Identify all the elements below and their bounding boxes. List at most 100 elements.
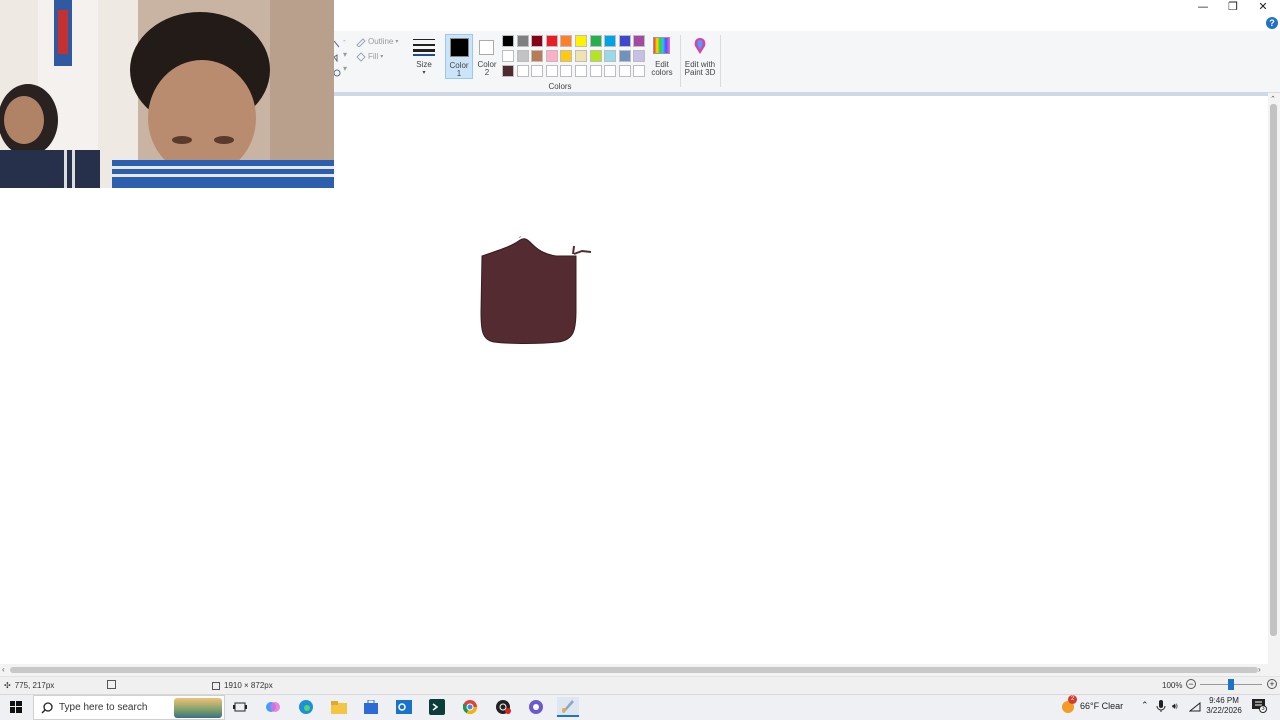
canvas-size-text: 1910 × 872px [224, 681, 273, 690]
horizontal-scroll-thumb[interactable] [10, 667, 1258, 673]
palette-swatch[interactable] [633, 65, 646, 77]
shapes-expand[interactable]: ▾ [343, 64, 347, 73]
palette-swatch[interactable] [604, 65, 617, 77]
palette-swatch[interactable] [531, 65, 544, 77]
store-taskbar-button[interactable] [360, 697, 382, 717]
palette-swatch[interactable] [545, 35, 558, 47]
cursor-move-icon: ✣ [4, 681, 11, 690]
obs-taskbar-button[interactable] [492, 697, 514, 717]
weather-text[interactable]: 66°F Clear [1080, 701, 1123, 711]
scroll-up-icon[interactable]: ⌃ [1270, 95, 1276, 103]
chrome-profile-taskbar-button[interactable] [525, 697, 547, 717]
scroll-right-icon[interactable]: › [1258, 665, 1261, 674]
zoom-slider-thumb[interactable] [1228, 679, 1234, 690]
palette-swatch[interactable] [589, 35, 602, 47]
chrome-taskbar-button[interactable] [459, 697, 481, 717]
palette-swatch[interactable] [516, 50, 529, 62]
palette-swatch[interactable] [575, 65, 587, 77]
paint-icon [562, 700, 574, 713]
shapes-scroll-up[interactable]: - [343, 36, 346, 45]
palette-swatch[interactable] [516, 35, 529, 47]
volume-icon[interactable]: 🔊︎ [1172, 701, 1178, 712]
palette-swatch[interactable] [589, 50, 602, 62]
stray-mark [518, 235, 522, 239]
restore-button[interactable]: ❐ [1218, 0, 1248, 14]
palette-swatch[interactable] [618, 35, 631, 47]
vertical-scroll-thumb[interactable] [1270, 104, 1277, 636]
store-icon [364, 700, 378, 714]
palette-swatch[interactable] [589, 65, 602, 77]
cursor-position: ✣ 775, 217px [4, 681, 54, 690]
palette-swatch[interactable] [604, 50, 617, 62]
palette-swatch[interactable] [502, 50, 514, 62]
help-button[interactable]: ? [1266, 17, 1278, 29]
cursor-position-text: 775, 217px [14, 681, 55, 690]
color2-button[interactable]: Color 2 [474, 34, 500, 79]
color2-number: 2 [484, 68, 490, 77]
clock-date: 3/22/2026 [1206, 706, 1242, 715]
palette-swatch[interactable] [516, 65, 529, 77]
color1-button[interactable]: Color 1 [445, 34, 473, 79]
outlook-icon [396, 700, 412, 714]
minimize-button[interactable]: — [1188, 0, 1218, 14]
palette-swatch[interactable] [545, 65, 558, 77]
color1-number: 1 [456, 69, 462, 78]
size-dropdown-arrow: ▾ [422, 70, 426, 76]
network-icon[interactable] [1188, 701, 1201, 715]
copilot-taskbar-button[interactable] [262, 697, 284, 717]
palette-swatch[interactable] [560, 35, 573, 47]
close-button[interactable]: ✕ [1248, 0, 1278, 14]
palette-swatch[interactable] [618, 50, 631, 62]
chrome-icon [463, 700, 477, 714]
fill-dropdown[interactable]: Fill ▾ [355, 51, 383, 62]
webcam-overlay [0, 0, 334, 188]
taskbar-search-box[interactable]: Type here to search [33, 695, 225, 720]
palette-swatch[interactable] [618, 65, 631, 77]
search-icon [41, 702, 53, 714]
edge-taskbar-button[interactable] [295, 697, 317, 717]
palette-swatch[interactable] [575, 50, 587, 62]
drawn-shape [480, 235, 592, 344]
task-view-button[interactable] [229, 697, 251, 717]
paint-taskbar-button[interactable] [557, 697, 579, 717]
palette-swatch[interactable] [575, 35, 587, 47]
palette-swatch[interactable] [531, 50, 544, 62]
brown-paint-fill [480, 238, 577, 344]
show-hidden-icons-icon[interactable]: ⌃ [1141, 700, 1149, 711]
terminal-taskbar-button[interactable] [426, 697, 448, 717]
edit-with-paint3d-button[interactable]: Edit with Paint 3D [683, 34, 717, 80]
shapes-scroll-down[interactable]: ▾ [343, 50, 347, 59]
palette-swatch[interactable] [604, 35, 617, 47]
color1-swatch [450, 38, 469, 57]
color-spectrum-icon [653, 37, 670, 54]
palette-swatch[interactable] [560, 65, 573, 77]
palette-swatch[interactable] [502, 65, 514, 77]
outline-label: Outline [368, 37, 394, 46]
outline-dropdown[interactable]: Outline ▾ [355, 36, 398, 47]
palette-swatch[interactable] [560, 50, 573, 62]
palette-swatch[interactable] [531, 35, 544, 47]
weather-widget-icon[interactable]: 2 [1060, 695, 1077, 714]
size-button[interactable]: Size ▾ [410, 34, 438, 80]
file-explorer-taskbar-button[interactable] [328, 697, 350, 717]
clock-time: 9:46 PM [1209, 696, 1239, 705]
zoom-out-button[interactable]: − [1186, 679, 1196, 689]
obs-icon [496, 700, 511, 714]
palette-swatch[interactable] [502, 35, 514, 47]
palette-swatch[interactable] [633, 50, 646, 62]
start-button[interactable] [5, 697, 27, 717]
microphone-icon[interactable] [1156, 700, 1166, 715]
folder-icon [331, 701, 347, 714]
outline-icon [356, 38, 366, 47]
outlook-taskbar-button[interactable] [393, 697, 415, 717]
size-label: Size [416, 60, 432, 69]
scroll-left-icon[interactable]: ‹ [2, 665, 5, 674]
edit-colors-button[interactable]: Edit colors [648, 34, 676, 80]
clock[interactable]: 9:46 PM 3/22/2026 [1204, 696, 1244, 716]
palette-swatch[interactable] [545, 50, 558, 62]
notification-center-button[interactable]: 3 [1252, 699, 1268, 713]
selection-size-icon [107, 680, 116, 689]
zoom-in-button[interactable]: + [1267, 679, 1277, 689]
palette-swatch[interactable] [633, 35, 646, 47]
zoom-level-text: 100% [1162, 681, 1183, 690]
